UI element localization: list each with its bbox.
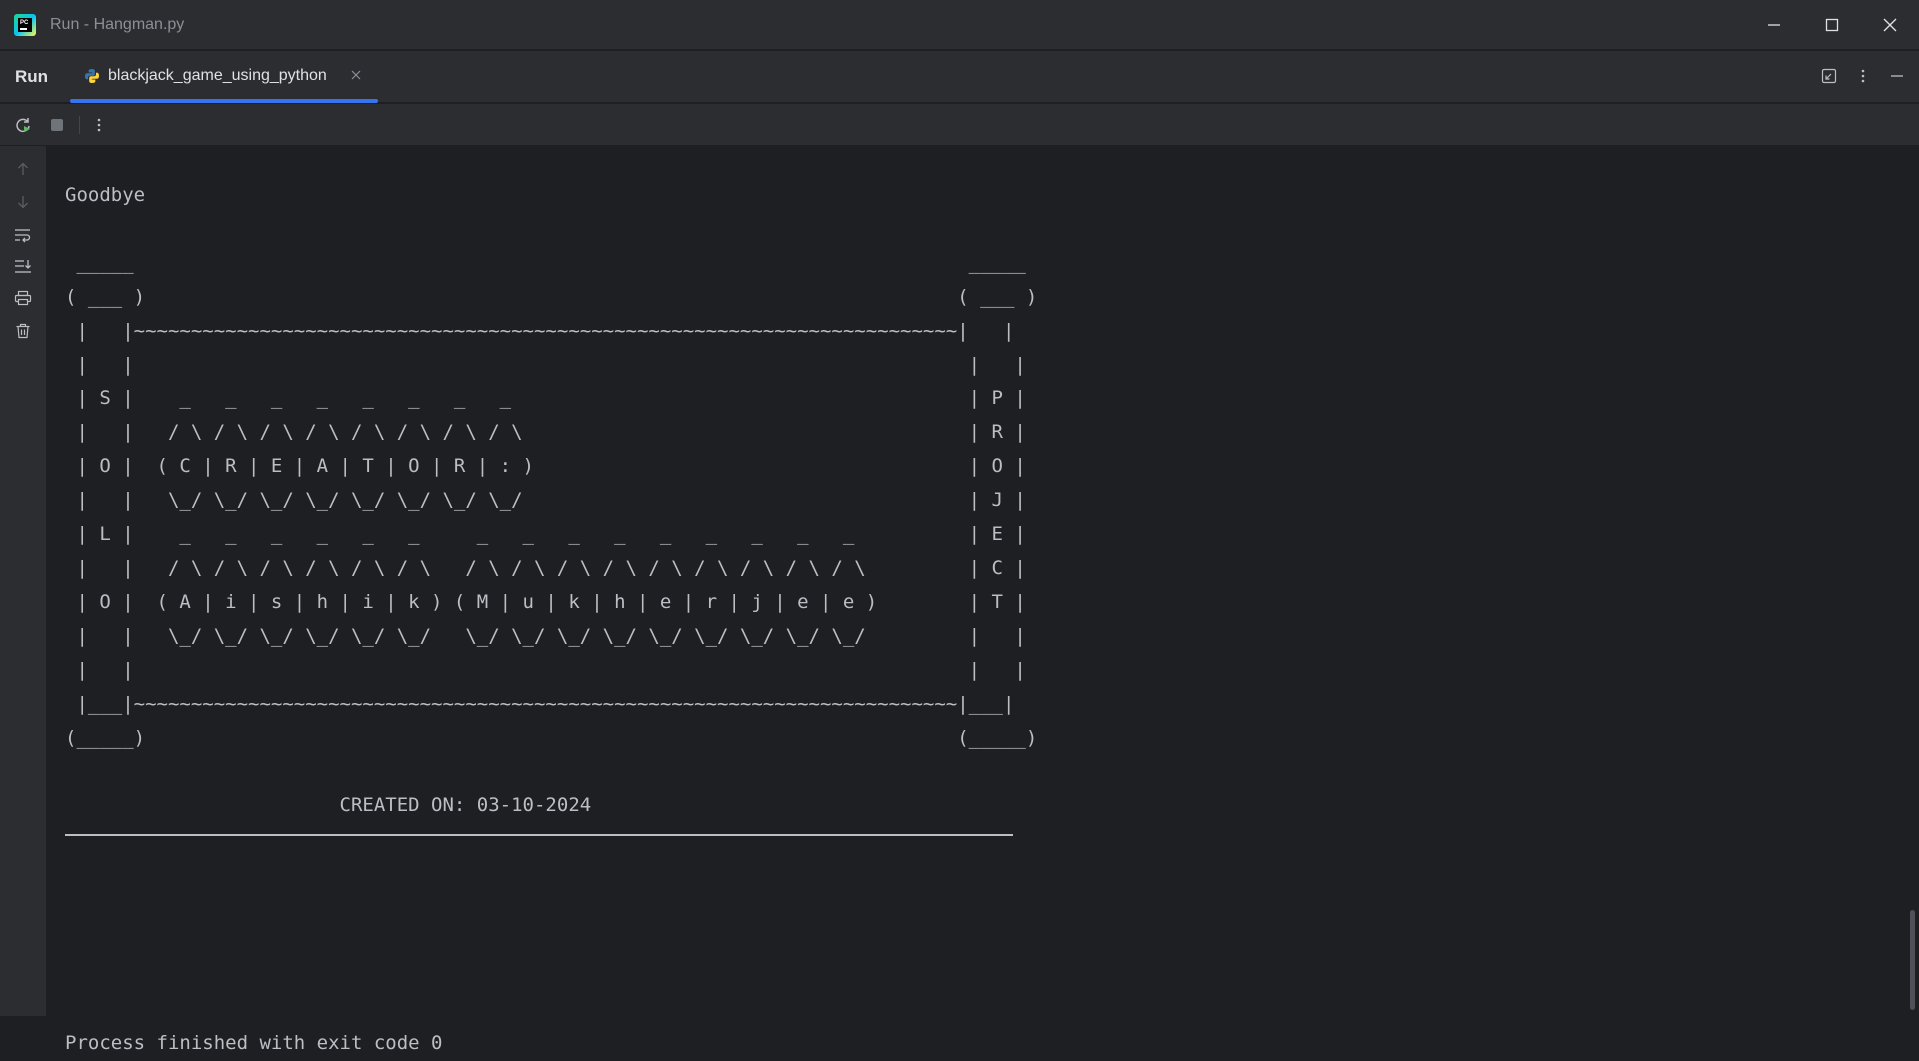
close-window-button[interactable] [1861,0,1919,50]
tool-window-actions [1819,66,1907,86]
next-occurrence-button[interactable] [12,191,34,213]
console-output-area[interactable]: Goodbye _____ _____ ( ___ ) ( ___ ) | |~… [48,146,1919,1054]
minimize-icon [1768,24,1780,26]
ascii-art-line: | O | ( A | i | s | h | i | k ) ( M | u … [65,590,1026,613]
soft-wrap-button[interactable] [12,224,34,246]
process-finished-line: Process finished with exit code 0 [65,1031,443,1054]
created-on-line: CREATED ON: 03-10-2024 [65,794,592,817]
scroll-to-end-icon [15,260,31,273]
maximize-icon [1825,18,1839,32]
restore-layout-button[interactable] [1819,66,1839,86]
maximize-button[interactable] [1803,0,1861,50]
tab-blackjack-game[interactable]: blackjack_game_using_python [70,51,378,103]
ascii-art-line: | | | | [65,658,1026,681]
restore-layout-icon [1821,68,1837,84]
console-text: Goodbye _____ _____ ( ___ ) ( ___ ) | |~… [65,179,1037,1061]
goodbye-line: Goodbye [65,184,146,206]
rerun-icon [16,118,30,133]
scroll-to-end-button[interactable] [12,255,34,277]
more-actions-button[interactable] [88,114,110,136]
more-options-icon [1861,69,1865,83]
vertical-scrollbar[interactable] [1910,910,1915,1010]
window-title: Run - Hangman.py [50,15,185,33]
ascii-art-line: _____ _____ [65,251,1026,274]
ascii-art-line: | L | _ _ _ _ _ _ _ _ _ _ _ _ _ _ _ | E … [65,523,1026,546]
more-vertical-icon [97,118,101,132]
toolbar-separator [79,116,80,134]
close-icon [1883,18,1897,32]
ascii-art-line: | | \_/ \_/ \_/ \_/ \_/ \_/ \_/ \_/ \_/ … [65,624,1026,647]
python-file-icon [85,69,99,83]
ascii-art-line: ( ___ ) ( ___ ) [65,285,1038,308]
console-side-toolbar [0,146,47,1016]
close-tab-icon[interactable] [350,69,362,81]
previous-occurrence-button[interactable] [12,158,34,180]
pycharm-logo-icon[interactable]: PC [14,13,36,36]
trash-icon [16,323,30,339]
stop-icon [51,119,63,131]
ascii-art-line: |___|~~~~~~~~~~~~~~~~~~~~~~~~~~~~~~~~~~~… [65,692,1015,715]
clear-all-button[interactable] [12,320,34,342]
ascii-art-line: | | / \ / \ / \ / \ / \ / \ / \ / \ | R … [65,421,1026,444]
ascii-art-line: | | / \ / \ / \ / \ / \ / \ / \ / \ / \ … [65,556,1026,579]
run-tool-window-title[interactable]: Run [15,67,48,87]
ascii-art-line: | O | ( C | R | E | A | T | O | R | : ) … [65,455,1026,478]
arrow-up-icon [18,162,28,175]
ascii-art-line: | |~~~~~~~~~~~~~~~~~~~~~~~~~~~~~~~~~~~~~… [65,319,1015,342]
print-icon [14,290,32,306]
stop-button[interactable] [46,114,68,136]
title-bar: PC Run - Hangman.py [0,0,1919,50]
ascii-art-line: | | | | [65,353,1026,376]
minimize-button[interactable] [1745,0,1803,50]
soft-wrap-icon [15,229,31,243]
rerun-button[interactable] [12,114,34,136]
hide-panel-button[interactable] [1887,66,1907,86]
window-controls [1745,0,1919,50]
more-options-button[interactable] [1853,66,1873,86]
run-toolbar [0,104,1919,146]
active-tab-indicator [70,99,378,103]
ascii-art-line: | S | _ _ _ _ _ _ _ _ | P | [65,387,1026,410]
ascii-art-line: (_____) (_____) [65,726,1038,749]
separator-line [65,834,1013,836]
arrow-down-icon [18,196,28,209]
tab-label: blackjack_game_using_python [108,67,327,84]
ascii-art-line: | | \_/ \_/ \_/ \_/ \_/ \_/ \_/ \_/ | J … [65,489,1026,512]
hide-panel-icon [1891,75,1903,77]
print-button[interactable] [12,287,34,309]
run-tab-bar: Run blackjack_game_using_python [0,51,1919,103]
